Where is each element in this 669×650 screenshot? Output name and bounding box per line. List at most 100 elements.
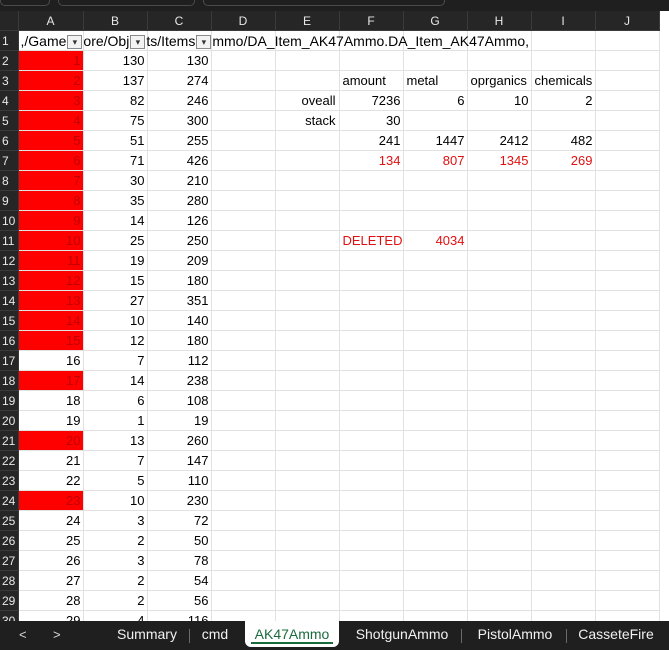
total-cell[interactable]: 238 [147,370,212,391]
deleted-id-cell[interactable]: 13 [18,290,84,311]
count-cell[interactable]: 13 [83,430,148,451]
cell[interactable] [531,50,596,71]
cell[interactable] [531,350,596,371]
cell[interactable] [595,410,660,431]
total-cell[interactable]: 180 [147,330,212,351]
count-cell[interactable]: 7 [83,350,148,371]
cell[interactable] [467,410,532,431]
cell[interactable] [531,370,596,391]
count-cell[interactable]: 130 [83,50,148,71]
total-cell[interactable]: 130 [147,50,212,71]
cell[interactable] [211,250,276,271]
total-cell[interactable]: 280 [147,190,212,211]
filter-dropdown-icon[interactable]: ▾ [196,35,212,50]
total-cell[interactable]: 351 [147,290,212,311]
total-cell[interactable]: 140 [147,310,212,331]
deleted-id-cell[interactable]: 9 [18,210,84,231]
total-cell[interactable]: 50 [147,530,212,551]
cell[interactable] [595,310,660,331]
cell[interactable] [339,610,404,621]
cell[interactable] [531,310,596,331]
count-cell[interactable]: 137 [83,70,148,91]
count-cell[interactable]: 6 [83,390,148,411]
cell[interactable] [339,250,404,271]
cell[interactable] [275,190,340,211]
cell[interactable] [339,310,404,331]
cell[interactable] [531,170,596,191]
count-cell[interactable]: 4 [83,610,148,621]
row-header[interactable]: 16 [0,330,19,351]
cell[interactable] [531,270,596,291]
id-cell[interactable]: 29 [18,610,84,621]
cell[interactable] [595,230,660,251]
summary-cell[interactable]: 482 [531,130,596,151]
cell[interactable] [467,610,532,621]
id-cell[interactable]: 19 [18,410,84,431]
cell[interactable] [211,590,276,611]
deleted-id-cell[interactable]: 7 [18,170,84,191]
cell[interactable] [339,530,404,551]
count-cell[interactable]: 71 [83,150,148,171]
row-header[interactable]: 18 [0,370,19,391]
total-cell[interactable]: 210 [147,170,212,191]
cell[interactable] [531,590,596,611]
cell[interactable] [403,450,468,471]
cell[interactable] [211,50,276,71]
cell[interactable] [403,170,468,191]
cell[interactable] [339,170,404,191]
count-cell[interactable]: 12 [83,330,148,351]
count-cell[interactable]: 10 [83,490,148,511]
total-cell[interactable]: 78 [147,550,212,571]
count-cell[interactable]: 14 [83,210,148,231]
cell[interactable] [275,390,340,411]
cell[interactable] [275,130,340,151]
cell[interactable] [403,430,468,451]
cell[interactable] [595,470,660,491]
count-cell[interactable]: 3 [83,510,148,531]
total-cell[interactable]: 56 [147,590,212,611]
id-cell[interactable]: 18 [18,390,84,411]
cell[interactable] [467,390,532,411]
cell[interactable] [275,270,340,291]
row-header[interactable]: 28 [0,570,19,591]
deleted-id-cell[interactable]: 4 [18,110,84,131]
cell[interactable] [595,510,660,531]
cell[interactable] [467,490,532,511]
column-header[interactable]: J [595,11,660,31]
column-header[interactable]: E [275,11,340,31]
total-cell[interactable]: 110 [147,470,212,491]
cell[interactable] [467,290,532,311]
cell[interactable] [403,50,468,71]
id-cell[interactable]: 28 [18,590,84,611]
summary-cell[interactable]: 10 [467,90,532,111]
cell[interactable] [275,550,340,571]
row-header[interactable]: 30 [0,610,19,621]
cell[interactable] [467,430,532,451]
cell[interactable] [467,170,532,191]
cell[interactable] [275,310,340,331]
row-header[interactable]: 23 [0,470,19,491]
cell[interactable] [211,430,276,451]
deleted-id-cell[interactable]: 6 [18,150,84,171]
cell[interactable] [211,550,276,571]
deleted-id-cell[interactable]: 20 [18,430,84,451]
id-cell[interactable]: 27 [18,570,84,591]
cell[interactable] [531,430,596,451]
cell[interactable] [531,510,596,531]
deleted-id-cell[interactable]: 15 [18,330,84,351]
cell[interactable] [211,610,276,621]
cell[interactable] [595,50,660,71]
cell[interactable] [467,530,532,551]
summary-cell[interactable]: 807 [403,150,468,171]
cell[interactable] [403,190,468,211]
row-header[interactable]: 9 [0,190,19,211]
id-cell[interactable]: 24 [18,510,84,531]
cell[interactable] [403,550,468,571]
count-cell[interactable]: 30 [83,170,148,191]
cell[interactable] [275,370,340,391]
cell[interactable] [531,30,596,51]
row-header[interactable]: 10 [0,210,19,231]
cell[interactable] [403,350,468,371]
cell[interactable] [275,70,340,91]
cell[interactable] [211,90,276,111]
